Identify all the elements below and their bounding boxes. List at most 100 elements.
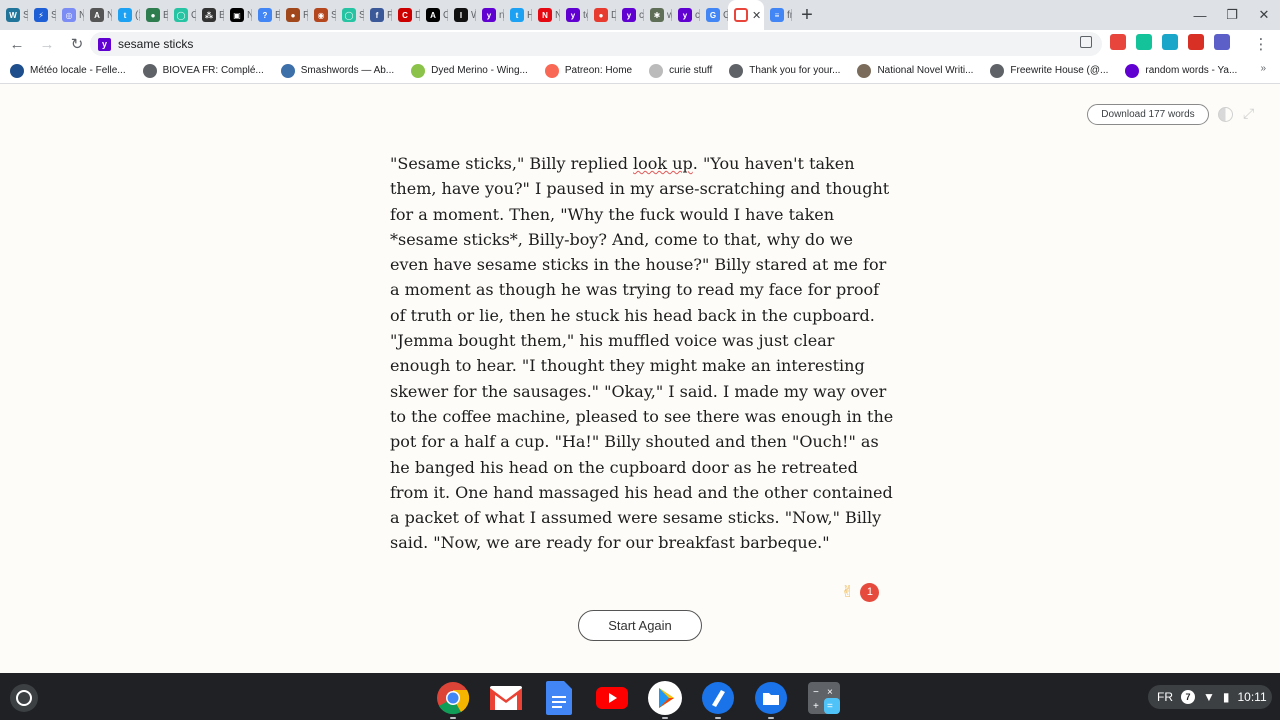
story-text-start: "Sesame sticks," Billy replied	[390, 154, 634, 173]
tab-favicon-icon: t	[510, 8, 524, 22]
browser-tab[interactable]: t(1	[112, 0, 140, 30]
browser-tab[interactable]: AO	[420, 0, 448, 30]
fullscreen-icon[interactable]: ⤢	[1243, 106, 1258, 121]
browser-tab[interactable]: ≡ fr	[764, 0, 792, 30]
browser-tab[interactable]: IW	[448, 0, 476, 30]
address-text[interactable]: sesame sticks	[118, 37, 193, 51]
active-tab-favicon-icon	[734, 8, 748, 22]
launcher-icon[interactable]	[10, 684, 38, 712]
shield-ext-icon[interactable]	[1214, 34, 1230, 50]
browser-tab[interactable]: ◉ S	[308, 0, 336, 30]
calculator-app-icon[interactable]: − × + =	[806, 680, 842, 716]
bookmarks-overflow-icon[interactable]: »	[1260, 63, 1266, 74]
browser-tab[interactable]: GG	[700, 0, 728, 30]
bookmark-item[interactable]: Freewrite House (@...	[990, 63, 1108, 78]
browser-tab[interactable]: ▣ N	[224, 0, 252, 30]
gmail-app-icon[interactable]	[488, 680, 524, 716]
share-icon[interactable]	[1080, 36, 1092, 48]
bookmark-item[interactable]: Météo locale - Felle...	[10, 63, 126, 78]
browser-tab[interactable]: ycı	[616, 0, 644, 30]
bookmark-item[interactable]: Dyed Merino - Wing...	[411, 63, 528, 78]
tab-favicon-icon: ●	[286, 8, 300, 22]
tab-favicon-icon: W	[6, 8, 20, 22]
bookmark-item[interactable]: curie stuff	[649, 63, 712, 78]
window-controls: — ❐ ✕	[1184, 0, 1280, 30]
bookmarks-bar: Météo locale - Felle... BIOVEA FR: Complé…	[0, 58, 1280, 84]
link-ext-icon[interactable]	[1162, 34, 1178, 50]
tab-favicon-icon: G	[706, 8, 720, 22]
bookmark-item[interactable]: Patreon: Home	[544, 63, 632, 78]
bookmark-label: BIOVEA FR: Complé...	[162, 65, 264, 76]
download-button[interactable]: Download 177 words	[1087, 104, 1209, 125]
bookmark-favicon-icon	[10, 63, 24, 78]
browser-tab[interactable]: ⚡ S	[28, 0, 56, 30]
browser-tab[interactable]: WSt	[0, 0, 28, 30]
tab-favicon-icon: ◯	[174, 8, 188, 22]
tab-favicon-icon: ≡	[770, 8, 784, 22]
bookmark-item[interactable]: random words - Ya...	[1125, 63, 1237, 78]
tab-favicon-icon: N	[538, 8, 552, 22]
browser-tab[interactable]: ◯ S	[336, 0, 364, 30]
play-store-app-icon[interactable]	[647, 680, 683, 719]
browser-tab[interactable]: fF	[364, 0, 392, 30]
browser-tab[interactable]: ◎ N	[56, 0, 84, 30]
system-tray[interactable]: FR 7 ▼ ▮ 10:11	[1148, 685, 1272, 709]
active-tab[interactable]: ✕	[728, 0, 764, 30]
youtube-app-icon[interactable]	[594, 680, 630, 716]
back-button[interactable]: ←	[4, 31, 30, 57]
browser-tab[interactable]: ◯ O	[168, 0, 196, 30]
tab-favicon-icon: ◉	[314, 8, 328, 22]
browser-tab[interactable]: AN	[84, 0, 112, 30]
chrome-app-icon[interactable]	[435, 680, 471, 719]
browser-tab[interactable]: ✱ w	[644, 0, 672, 30]
browser-tab[interactable]: ⁂ B	[196, 0, 224, 30]
bookmark-item[interactable]: BIOVEA FR: Complé...	[142, 63, 264, 78]
bookmark-favicon-icon	[990, 63, 1005, 78]
puzzle-ext-icon[interactable]	[1110, 34, 1126, 50]
tab-favicon-icon: A	[90, 8, 104, 22]
victory-hand-icon[interactable]: ✌	[841, 582, 854, 602]
browser-tab[interactable]: tH	[504, 0, 532, 30]
story-text: "Sesame sticks," Billy replied look up. …	[390, 151, 895, 556]
battery-icon: ▮	[1222, 690, 1230, 704]
editor-app-icon[interactable]	[700, 680, 736, 719]
browser-menu-button[interactable]: ⋮	[1248, 31, 1274, 57]
address-bar[interactable]: y sesame sticks	[90, 32, 1102, 56]
red-ext-icon[interactable]	[1188, 34, 1204, 50]
bookmark-item[interactable]: Smashwords — Ab...	[280, 63, 394, 78]
tab-favicon-icon: ●	[146, 8, 160, 22]
theme-toggle-icon[interactable]	[1218, 107, 1233, 122]
browser-tab[interactable]: yn	[476, 0, 504, 30]
browser-tab[interactable]: ? B	[252, 0, 280, 30]
restore-icon[interactable]: ❐	[1216, 7, 1248, 23]
bookmark-label: National Novel Writi...	[877, 65, 974, 76]
spellcheck-highlight[interactable]: look up	[633, 154, 693, 173]
yahoo-favicon-icon: y	[98, 37, 111, 51]
reaction[interactable]: ✌ 1	[841, 582, 880, 602]
tab-favicon-icon: y	[482, 8, 496, 22]
browser-tab[interactable]: ● D	[588, 0, 616, 30]
close-window-icon[interactable]: ✕	[1248, 7, 1280, 23]
forward-button[interactable]: →	[34, 31, 60, 57]
browser-tab[interactable]: CD	[392, 0, 420, 30]
tab-favicon-icon: ⁂	[202, 8, 216, 22]
browser-tab[interactable]: ● B	[140, 0, 168, 30]
files-app-icon[interactable]	[753, 680, 789, 719]
bookmark-item[interactable]: National Novel Writi...	[857, 63, 974, 78]
start-again-button[interactable]: Start Again	[578, 610, 702, 641]
browser-tab[interactable]: ● R	[280, 0, 308, 30]
tab-favicon-icon: ✱	[650, 8, 664, 22]
grammarly-ext-icon[interactable]	[1136, 34, 1152, 50]
bookmark-favicon-icon	[649, 63, 664, 78]
browser-tab[interactable]: NN	[532, 0, 560, 30]
reload-button[interactable]: ↻	[64, 31, 90, 57]
bookmark-item[interactable]: Thank you for your...	[729, 63, 840, 78]
docs-app-icon[interactable]	[541, 680, 577, 716]
browser-tab[interactable]: ycı	[672, 0, 700, 30]
tab-favicon-icon: I	[454, 8, 468, 22]
minimize-icon[interactable]: —	[1184, 8, 1216, 23]
browser-tab[interactable]: ytc	[560, 0, 588, 30]
new-tab-button[interactable]: +	[792, 0, 822, 30]
bookmark-favicon-icon	[729, 63, 744, 78]
close-tab-icon[interactable]: ✕	[752, 9, 761, 22]
